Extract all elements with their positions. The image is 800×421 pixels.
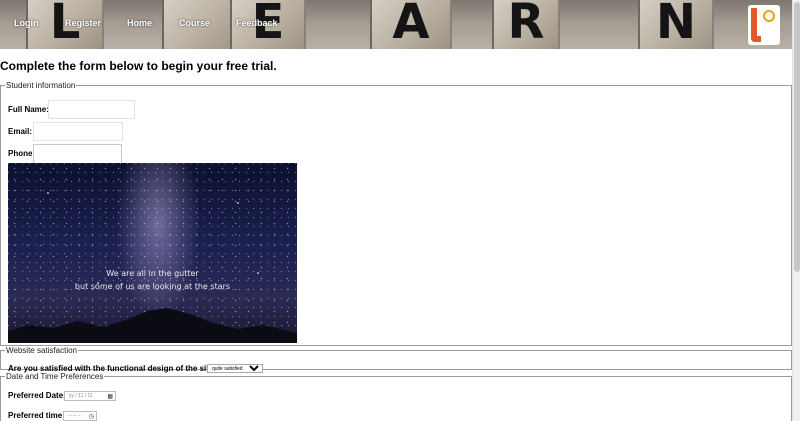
tile-letter: R — [507, 0, 545, 49]
satisfaction-fieldset: Website satisfaction Are you satisfied w… — [0, 346, 792, 373]
milky-way-image: We are all in the gutter but some of us … — [8, 163, 297, 343]
letter-tile: N — [638, 0, 714, 49]
logo-sun-icon — [763, 10, 775, 22]
nav-feedback-link[interactable]: Feedback — [236, 18, 278, 28]
preferred-date-label: Preferred Date: — [8, 391, 66, 400]
student-info-legend: Student information — [6, 81, 76, 90]
phone-label: Phone: — [8, 149, 36, 158]
calendar-icon[interactable]: ▦ — [107, 393, 113, 401]
header-banner: L E A R N Login Register Home Course Fee… — [0, 0, 792, 49]
tile-letter: A — [392, 0, 430, 49]
email-input[interactable] — [33, 122, 123, 141]
email-label: Email: — [8, 127, 33, 136]
image-quote-line2: but some of us are looking at the stars — [74, 282, 231, 291]
satisfaction-legend: Website satisfaction — [6, 346, 77, 355]
letter-tile: R — [492, 0, 560, 49]
nav-home-link[interactable]: Home — [127, 18, 152, 28]
logo-l-icon — [751, 8, 761, 42]
phone-input[interactable] — [33, 144, 122, 165]
preferred-time-input[interactable]: --:-- -- ◷ — [63, 411, 97, 421]
scrollbar-thumb[interactable] — [794, 2, 800, 272]
nav-register-link[interactable]: Register — [65, 18, 101, 28]
date-placeholder: yy / 11 / 11 — [69, 393, 93, 399]
nav-course-link[interactable]: Course — [179, 18, 210, 28]
full-name-label: Full Name: — [8, 105, 49, 114]
full-name-input[interactable] — [48, 100, 135, 119]
clock-icon[interactable]: ◷ — [89, 413, 94, 421]
preferred-date-input[interactable]: yy / 11 / 11 ▦ — [64, 391, 116, 401]
preferred-time-label: Preferred time: — [8, 411, 65, 420]
nav-login-link[interactable]: Login — [14, 18, 39, 28]
time-placeholder: --:-- -- — [68, 413, 81, 419]
student-info-fieldset: Student information Full Name: Email: Ph… — [0, 81, 792, 346]
image-quote-line1: We are all in the gutter — [106, 269, 199, 278]
tile-letter: N — [655, 0, 697, 49]
page-title: Complete the form below to begin your fr… — [0, 59, 277, 73]
mountain-silhouette — [8, 308, 297, 343]
letter-tile: A — [370, 0, 452, 49]
site-logo[interactable] — [748, 5, 780, 45]
page-scrollbar[interactable] — [792, 0, 800, 421]
date-time-legend: Date and Time Preferences — [6, 372, 104, 381]
date-time-fieldset: Date and Time Preferences Preferred Date… — [0, 372, 792, 421]
